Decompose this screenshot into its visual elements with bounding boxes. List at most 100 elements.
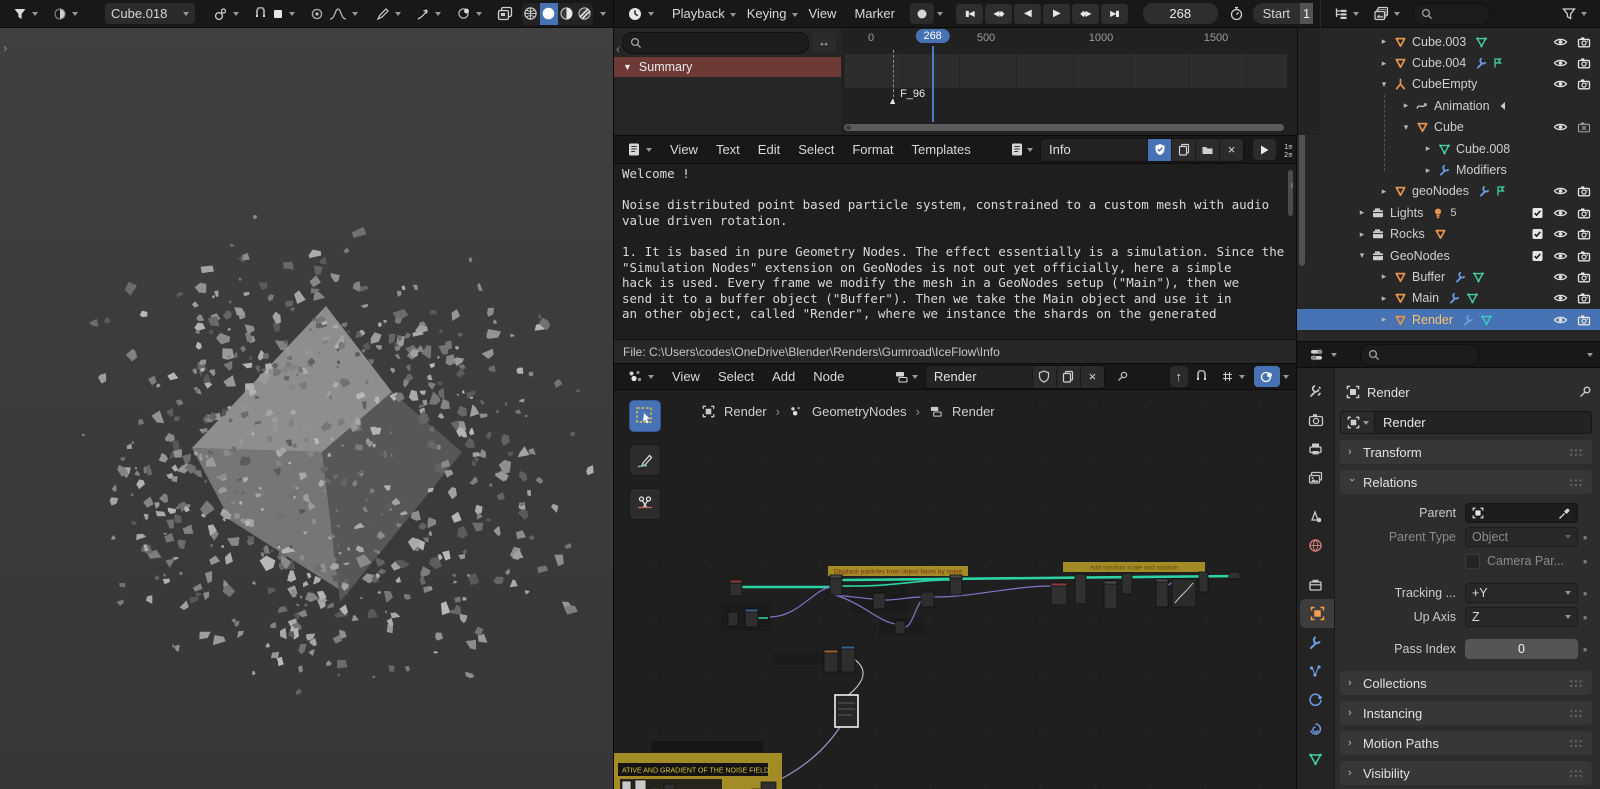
breadcrumb-item[interactable]: Render xyxy=(952,404,995,419)
panel-drag-grip[interactable] xyxy=(1569,708,1584,718)
hide-viewport-eye-toggle[interactable] xyxy=(1552,57,1569,69)
fake-user-shield-button[interactable] xyxy=(1031,365,1056,388)
panel-drag-grip[interactable] xyxy=(1569,738,1584,748)
menu-text[interactable]: Text xyxy=(707,137,749,163)
disable-render-camera-toggle[interactable] xyxy=(1575,78,1592,90)
disable-render-camera-toggle[interactable] xyxy=(1575,207,1592,219)
hide-viewport-eye-toggle[interactable] xyxy=(1552,185,1569,197)
shading-solid-button[interactable] xyxy=(539,2,558,25)
menu-view[interactable]: View xyxy=(661,137,707,163)
tab-output[interactable] xyxy=(1297,434,1334,463)
overlays-chevron[interactable] xyxy=(1283,374,1289,379)
marker-triangle[interactable]: ▲ xyxy=(888,96,897,106)
disable-render-camera-toggle[interactable] xyxy=(1575,271,1592,283)
outliner-row-main[interactable]: ▸ Main xyxy=(1297,288,1600,309)
disable-render-camera-toggle[interactable] xyxy=(1575,36,1592,48)
tab-physics[interactable] xyxy=(1297,686,1334,715)
menu-node[interactable]: Node xyxy=(804,364,853,390)
outliner-row-cube.004[interactable]: ▸ Cube.004 xyxy=(1297,52,1600,73)
jump-to-start-button[interactable]: ▮◀ xyxy=(955,3,983,24)
tab-scene[interactable] xyxy=(1297,502,1334,531)
hide-viewport-eye-toggle[interactable] xyxy=(1552,36,1569,48)
frame-gradient[interactable]: ATIVE AND GRADIENT OF THE NOISE FIELD xyxy=(614,741,782,789)
tab-constraints[interactable] xyxy=(1297,715,1334,744)
collection-checkbox[interactable] xyxy=(1529,207,1546,219)
properties-editor-type-button[interactable] xyxy=(1304,344,1343,365)
pin-icon[interactable] xyxy=(1578,385,1592,399)
annotate-pen-dropdown[interactable] xyxy=(370,3,407,24)
fractured-cube-render[interactable] xyxy=(0,28,613,789)
viewport-3d[interactable]: Cube.018 › xyxy=(0,0,613,789)
tab-modifiers[interactable] xyxy=(1297,628,1334,657)
keying-set-chevron[interactable] xyxy=(936,11,943,16)
auto-key-record-button[interactable] xyxy=(909,3,934,24)
fake-user-shield-button[interactable] xyxy=(1147,138,1171,161)
object-id-dropdown[interactable] xyxy=(1340,411,1375,434)
overlays-toggle[interactable] xyxy=(1254,366,1280,387)
open-folder-button[interactable] xyxy=(1195,138,1219,161)
copy-datablock-button[interactable] xyxy=(1171,138,1195,161)
tab-view-layer[interactable] xyxy=(1297,463,1334,492)
unlink-x-button[interactable]: × xyxy=(1219,138,1243,161)
go-to-parent-button[interactable]: ↑ xyxy=(1169,366,1188,387)
node-editor-type-button[interactable] xyxy=(621,366,660,387)
text-editor-type-button[interactable] xyxy=(621,139,658,160)
shading-rendered-button[interactable] xyxy=(575,3,593,25)
text-scrollbar[interactable] xyxy=(1288,170,1293,216)
tab-collection[interactable] xyxy=(1297,570,1334,599)
outliner-row-buffer[interactable]: ▸ Buffer xyxy=(1297,266,1600,287)
region-collapse-arrow[interactable]: ‹ xyxy=(1290,178,1294,192)
next-keyframe-button[interactable]: ◆▶ xyxy=(1071,3,1099,24)
selected-node[interactable] xyxy=(834,694,859,728)
outliner-row-cube.003[interactable]: ▸ Cube.003 xyxy=(1297,31,1600,52)
panel-relations[interactable]: › Relations xyxy=(1340,470,1592,494)
expander-icon[interactable]: ▾ xyxy=(1399,122,1413,133)
proportional-editing-toggle[interactable] xyxy=(304,3,364,24)
eyedropper-icon[interactable] xyxy=(1558,507,1571,520)
region-expand-arrow[interactable]: › xyxy=(3,40,7,55)
channel-summary-row[interactable]: ▼ Summary xyxy=(614,57,841,77)
breadcrumb-item[interactable]: GeometryNodes xyxy=(812,404,907,419)
menu-add[interactable]: Add xyxy=(763,364,804,390)
tab-render[interactable] xyxy=(1297,405,1334,434)
outliner-row-modifiers[interactable]: ▸ Modifiers xyxy=(1297,159,1600,180)
hide-viewport-eye-toggle[interactable] xyxy=(1552,228,1569,240)
tracking-axis-dropdown[interactable]: +Y xyxy=(1465,583,1578,603)
hide-viewport-eye-toggle[interactable] xyxy=(1552,121,1569,133)
active-object-selector[interactable]: Cube.018 xyxy=(105,3,195,24)
expander-icon[interactable]: ▸ xyxy=(1377,58,1391,69)
playhead-line[interactable] xyxy=(931,46,934,122)
object-name-field[interactable]: Render xyxy=(1375,411,1592,434)
panel-instancing[interactable]: › Instancing xyxy=(1340,701,1592,725)
outliner-row-geonodes[interactable]: ▾ GeoNodes xyxy=(1297,245,1600,266)
timeline-ruler[interactable]: ▲ F_96 268 0 500 1000 1500 xyxy=(841,28,1297,135)
panel-drag-grip[interactable] xyxy=(1569,447,1584,457)
parent-object-field[interactable] xyxy=(1465,503,1578,523)
expander-icon[interactable]: ▸ xyxy=(1421,143,1435,154)
orbit-gizmo-dropdown[interactable] xyxy=(450,3,488,24)
nodetree-name-field[interactable]: Render xyxy=(926,369,1032,384)
stopwatch-icon[interactable] xyxy=(1229,6,1244,21)
panel-collections[interactable]: › Collections xyxy=(1340,671,1592,695)
menu-playback[interactable]: Playback xyxy=(663,1,734,27)
snap-mode-dropdown[interactable] xyxy=(1215,366,1251,387)
expander-icon[interactable]: ▸ xyxy=(1377,36,1391,47)
nodetree-chevron[interactable] xyxy=(911,374,918,379)
expander-icon[interactable]: ▾ xyxy=(1355,250,1369,261)
expander-icon[interactable]: ▸ xyxy=(1377,314,1391,325)
run-script-button[interactable] xyxy=(1253,139,1276,160)
outliner-row-geonodes[interactable]: ▸ geoNodes xyxy=(1297,181,1600,202)
outliner-row-cubeempty[interactable]: ▾ CubeEmpty xyxy=(1297,74,1600,95)
hide-viewport-eye-toggle[interactable] xyxy=(1552,250,1569,262)
tab-tool[interactable] xyxy=(1297,376,1334,405)
menu-view[interactable]: View xyxy=(800,1,846,27)
up-axis-dropdown[interactable]: Z xyxy=(1465,607,1578,627)
prev-keyframe-button[interactable]: ◀◆ xyxy=(984,3,1012,24)
disable-render-camera-toggle[interactable] xyxy=(1575,121,1592,133)
properties-search-input[interactable] xyxy=(1360,343,1479,366)
breadcrumb-item[interactable]: Render xyxy=(724,404,767,419)
menu-keying[interactable]: Keying xyxy=(738,1,796,27)
select-box-tool[interactable] xyxy=(629,400,661,432)
snap-toggle[interactable] xyxy=(248,3,301,24)
play-reverse-button[interactable]: ◀ xyxy=(1013,3,1041,24)
